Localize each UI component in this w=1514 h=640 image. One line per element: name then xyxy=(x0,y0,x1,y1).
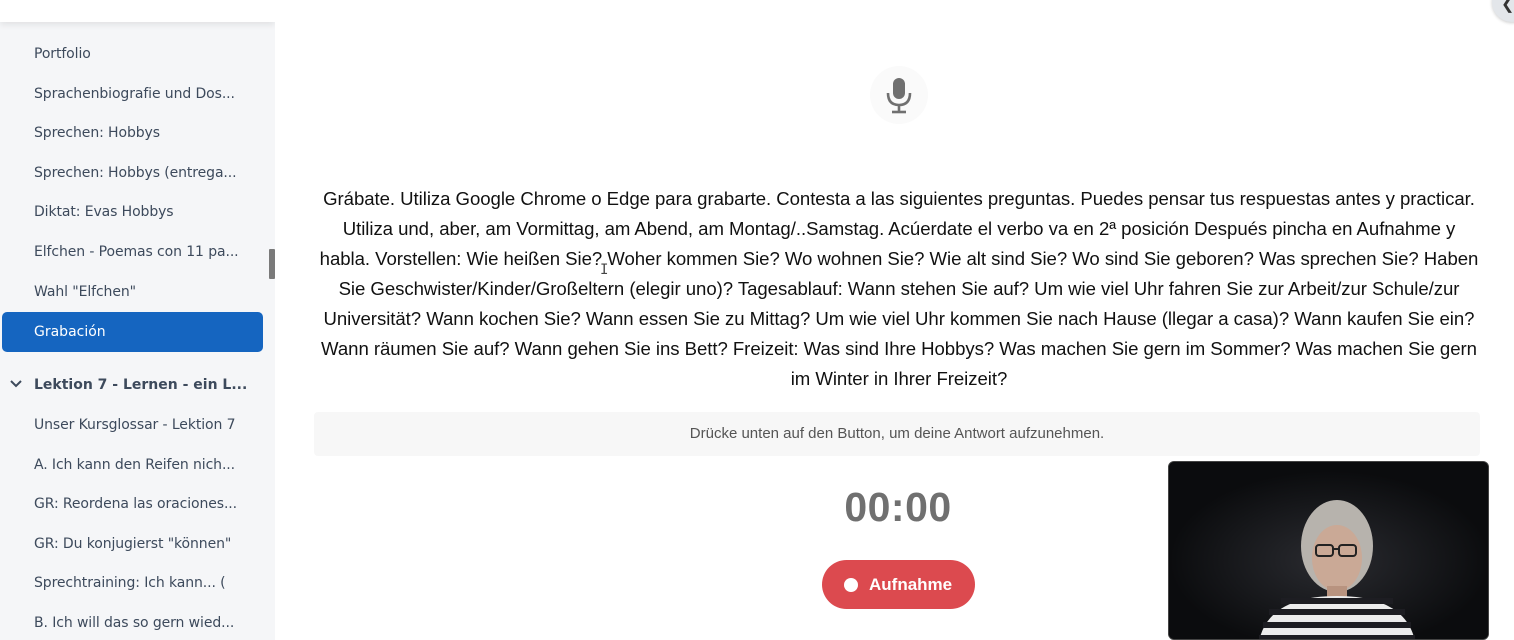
microphone-icon xyxy=(870,66,928,124)
sidebar-item-wahl-elfchen[interactable]: Wahl "Elfchen" xyxy=(34,280,254,304)
course-sidebar: Portfolio Sprachenbiografie und Dos... S… xyxy=(0,0,275,640)
sidebar-item-konjugierst[interactable]: GR: Du konjugierst "können" xyxy=(34,532,254,556)
hint-text: Drücke unten auf den Button, um deine An… xyxy=(689,425,1105,442)
sidebar-header xyxy=(0,0,275,22)
chevron-down-icon xyxy=(10,373,26,397)
sidebar-item-sprechen-hobbys-entrega[interactable]: Sprechen: Hobbys (entrega... xyxy=(34,161,254,185)
sidebar-scrollbar[interactable] xyxy=(269,249,275,279)
sidebar-item-reifen[interactable]: A. Ich kann den Reifen nich... xyxy=(34,453,254,477)
sidebar-item-kursglossar[interactable]: Unser Kursglossar - Lektion 7 xyxy=(34,413,254,437)
recording-timer: 00:00 xyxy=(844,484,952,530)
recording-hint: Drücke unten auf den Button, um deine An… xyxy=(314,412,1480,456)
sidebar-item-portfolio[interactable]: Portfolio xyxy=(34,42,254,66)
record-button-label: Aufnahme xyxy=(869,575,953,594)
section-label: Lektion 7 - Lernen - ein L... xyxy=(34,377,248,393)
collapse-button[interactable]: ❮ xyxy=(1492,0,1514,22)
record-button[interactable]: Aufnahme xyxy=(822,560,975,609)
chevron-left-icon: ❮ xyxy=(1501,0,1514,13)
text-cursor-icon: I xyxy=(600,262,609,278)
sidebar-item-label: Grabación xyxy=(34,324,106,340)
sidebar-item-sprechtraining[interactable]: Sprechtraining: Ich kann... ( xyxy=(34,571,254,595)
sidebar-item-diktat[interactable]: Diktat: Evas Hobbys xyxy=(34,200,254,224)
question-prompt: Grábate. Utiliza Google Chrome o Edge pa… xyxy=(319,188,1479,389)
webcam-overlay xyxy=(1168,461,1489,640)
record-dot-icon xyxy=(844,578,858,592)
sidebar-item-grabacion[interactable]: Grabación xyxy=(2,312,263,352)
sidebar-item-elfchen-poemas[interactable]: Elfchen - Poemas con 11 pa... xyxy=(34,240,254,264)
webcam-video xyxy=(1169,462,1488,639)
sidebar-item-ich-will[interactable]: B. Ich will das so gern wied... xyxy=(34,611,254,635)
sidebar-item-reordena[interactable]: GR: Reordena las oraciones... xyxy=(34,492,254,516)
sidebar-item-sprachenbiografie[interactable]: Sprachenbiografie und Dos... xyxy=(34,82,254,106)
sidebar-item-sprechen-hobbys[interactable]: Sprechen: Hobbys xyxy=(34,121,254,145)
section-lektion-7[interactable]: Lektion 7 - Lernen - ein L... xyxy=(10,373,260,397)
